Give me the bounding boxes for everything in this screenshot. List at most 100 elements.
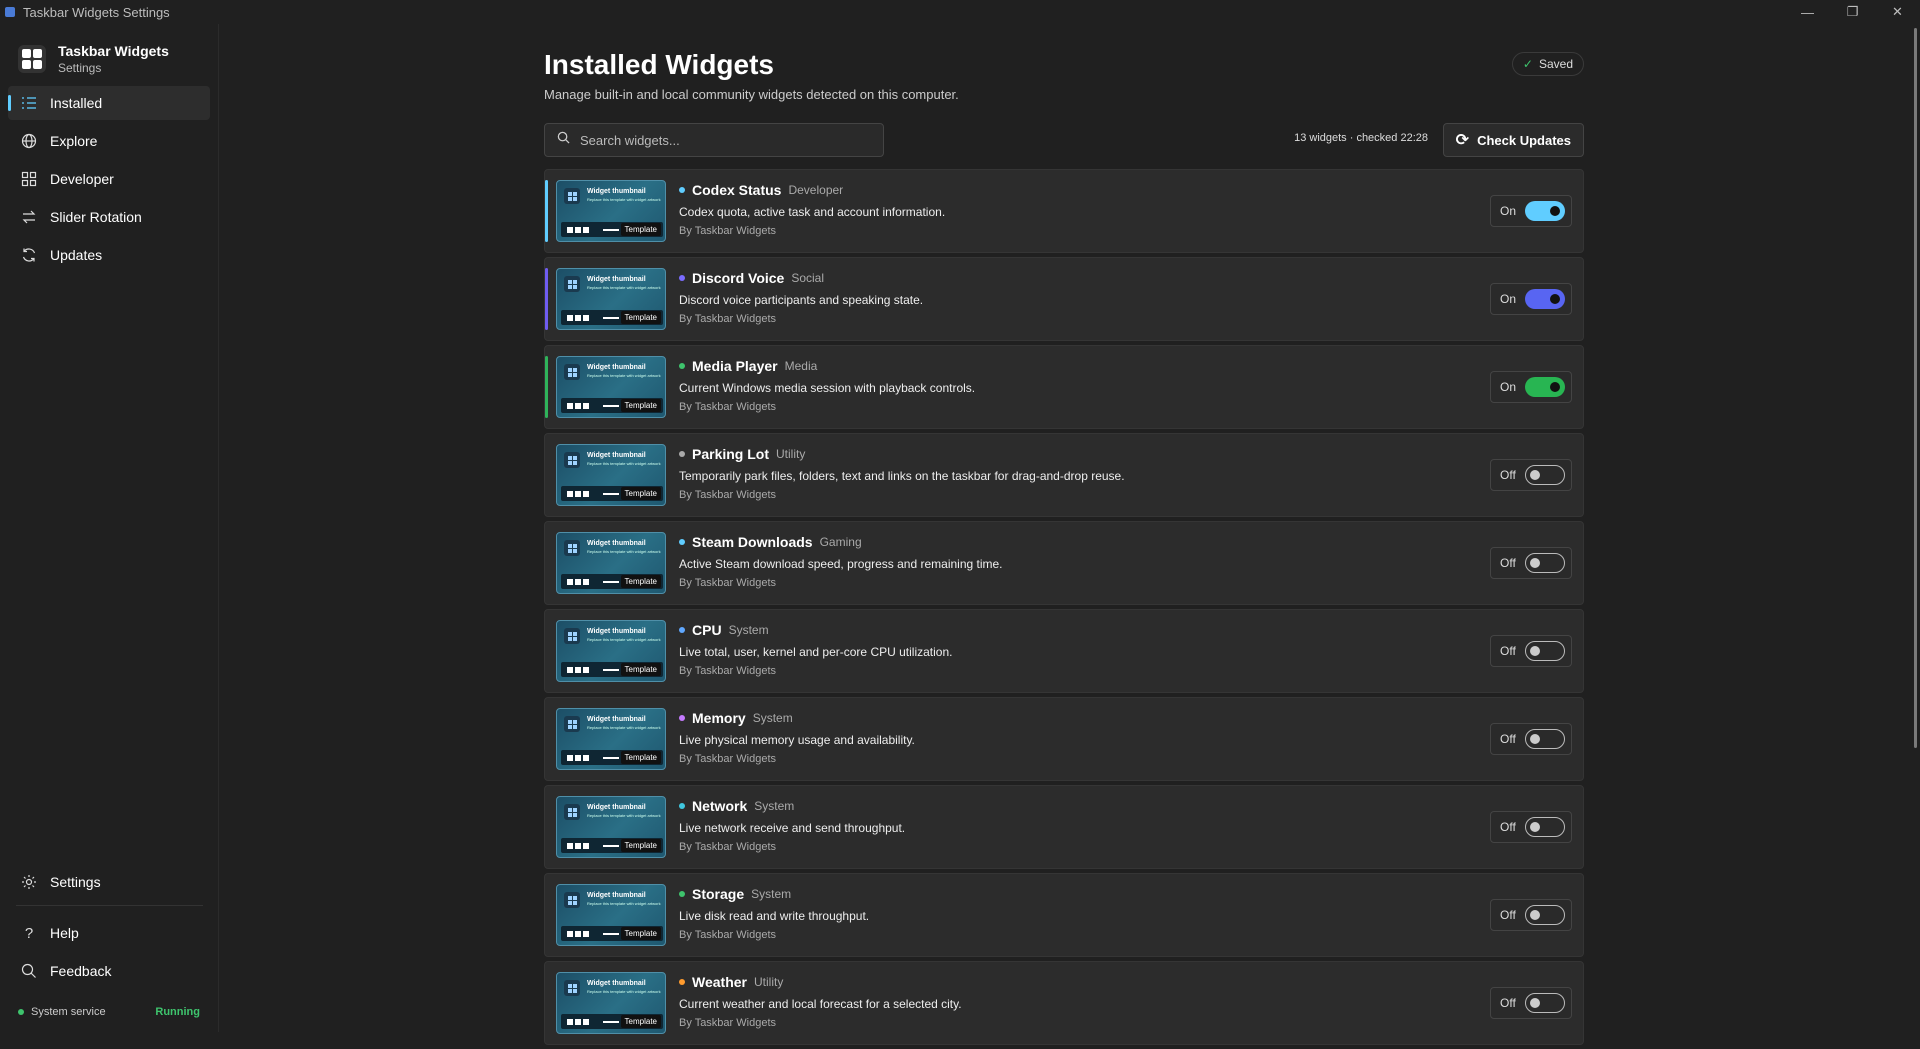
widget-card[interactable]: Widget thumbnail Replace this template w… — [544, 345, 1584, 429]
maximize-button[interactable]: ❐ — [1830, 0, 1875, 24]
grid-icon — [20, 170, 38, 188]
widget-toggle[interactable]: On — [1490, 283, 1572, 315]
search-input[interactable] — [580, 132, 860, 148]
widget-thumbnail: Widget thumbnail Replace this template w… — [556, 884, 666, 946]
toggle-knob — [1530, 998, 1540, 1008]
widget-name: Network — [692, 798, 748, 814]
thumbnail-bar: Template — [561, 750, 663, 765]
widget-category: System — [752, 711, 793, 725]
sidebar-item-feedback[interactable]: Feedback — [8, 954, 211, 988]
widget-toggle[interactable]: Off — [1490, 459, 1572, 491]
toggle-switch[interactable] — [1525, 729, 1565, 749]
template-tag: Template — [620, 399, 661, 412]
widget-name: CPU — [692, 622, 722, 638]
widget-info: Weather Utility Current weather and loca… — [679, 974, 962, 1029]
sidebar-item-label: Settings — [50, 874, 101, 890]
brand-title: Taskbar Widgets — [58, 43, 169, 59]
swap-icon — [20, 208, 38, 226]
widget-card[interactable]: Widget thumbnail Replace this template w… — [544, 873, 1584, 957]
toggle-state-label: Off — [1500, 556, 1516, 570]
widget-toggle[interactable]: Off — [1490, 811, 1572, 843]
list-icon — [20, 94, 38, 112]
widget-name: Parking Lot — [692, 446, 770, 462]
sidebar-item-help[interactable]: ? Help — [8, 916, 211, 950]
sidebar-item-installed[interactable]: Installed — [8, 86, 210, 120]
search-box[interactable] — [544, 123, 884, 157]
toggle-switch[interactable] — [1525, 377, 1565, 397]
scrollbar[interactable] — [1914, 28, 1917, 748]
widget-toggle[interactable]: Off — [1490, 899, 1572, 931]
toggle-switch[interactable] — [1525, 289, 1565, 309]
widget-card[interactable]: Widget thumbnail Replace this template w… — [544, 785, 1584, 869]
toggle-switch[interactable] — [1525, 465, 1565, 485]
globe-icon — [20, 132, 38, 150]
sidebar-item-label: Explore — [50, 133, 98, 149]
widget-author: By Taskbar Widgets — [679, 225, 777, 237]
check-updates-label: Check Updates — [1477, 132, 1571, 148]
category-dot-icon — [679, 451, 685, 457]
widget-author: By Taskbar Widgets — [679, 1017, 777, 1029]
toggle-knob — [1530, 910, 1540, 920]
toggle-switch[interactable] — [1525, 905, 1565, 925]
widget-description: Active Steam download speed, progress an… — [679, 557, 1003, 571]
thumbnail-title: Widget thumbnail — [587, 276, 646, 283]
widget-card[interactable]: Widget thumbnail Replace this template w… — [544, 433, 1584, 517]
accent-bar — [545, 180, 548, 242]
toggle-switch[interactable] — [1525, 201, 1565, 221]
thumbnail-bar: Template — [561, 1014, 663, 1029]
thumbnail-title: Widget thumbnail — [587, 892, 646, 899]
widget-author: By Taskbar Widgets — [679, 401, 777, 413]
widget-info: Discord Voice Social Discord voice parti… — [679, 270, 923, 325]
widget-toggle[interactable]: Off — [1490, 635, 1572, 667]
accent-bar — [545, 356, 548, 418]
minimize-button[interactable]: — — [1785, 0, 1830, 24]
sidebar-item-developer[interactable]: Developer — [8, 162, 210, 196]
close-button[interactable]: ✕ — [1875, 0, 1920, 24]
sidebar-item-label: Slider Rotation — [50, 209, 142, 225]
template-tag: Template — [620, 839, 661, 852]
sidebar-item-slider-rotation[interactable]: Slider Rotation — [8, 200, 210, 234]
widget-category: Social — [791, 271, 825, 285]
widget-toggle[interactable]: Off — [1490, 723, 1572, 755]
toggle-switch[interactable] — [1525, 817, 1565, 837]
thumbnail-bar: Template — [561, 662, 663, 677]
widget-info: Codex Status Developer Codex quota, acti… — [679, 182, 945, 237]
widget-toggle[interactable]: On — [1490, 195, 1572, 227]
toggle-switch[interactable] — [1525, 553, 1565, 573]
widget-info: CPU System Live total, user, kernel and … — [679, 622, 952, 677]
toggle-knob — [1530, 822, 1540, 832]
widget-thumbnail: Widget thumbnail Replace this template w… — [556, 180, 666, 242]
toggle-state-label: Off — [1500, 644, 1516, 658]
widget-description: Live total, user, kernel and per-core CP… — [679, 645, 953, 659]
widget-card[interactable]: Widget thumbnail Replace this template w… — [544, 697, 1584, 781]
app-logo-icon — [18, 45, 46, 73]
sidebar-item-explore[interactable]: Explore — [8, 124, 210, 158]
widget-card[interactable]: Widget thumbnail Replace this template w… — [544, 609, 1584, 693]
thumbnail-title: Widget thumbnail — [587, 540, 646, 547]
gear-icon — [20, 873, 38, 891]
toggle-switch[interactable] — [1525, 641, 1565, 661]
thumbnail-bar: Template — [561, 926, 663, 941]
widget-grid-icon — [564, 892, 580, 908]
sidebar-item-settings[interactable]: Settings — [8, 865, 211, 899]
category-dot-icon — [679, 275, 685, 281]
widget-toggle[interactable]: On — [1490, 371, 1572, 403]
check-updates-button[interactable]: ⟳ Check Updates — [1442, 123, 1584, 157]
category-dot-icon — [679, 363, 685, 369]
widget-thumbnail: Widget thumbnail Replace this template w… — [556, 620, 666, 682]
widget-card[interactable]: Widget thumbnail Replace this template w… — [544, 169, 1584, 253]
widget-toggle[interactable]: Off — [1490, 547, 1572, 579]
toggle-knob — [1530, 646, 1540, 656]
thumbnail-bar: Template — [561, 398, 663, 413]
widget-thumbnail: Widget thumbnail Replace this template w… — [556, 972, 666, 1034]
widget-card[interactable]: Widget thumbnail Replace this template w… — [544, 961, 1584, 1045]
widget-card[interactable]: Widget thumbnail Replace this template w… — [544, 521, 1584, 605]
widget-card[interactable]: Widget thumbnail Replace this template w… — [544, 257, 1584, 341]
service-status-badge: Running — [155, 1006, 200, 1018]
status-dot-icon — [18, 1009, 24, 1015]
sidebar-item-updates[interactable]: Updates — [8, 238, 210, 272]
toggle-switch[interactable] — [1525, 993, 1565, 1013]
widget-name: Steam Downloads — [692, 534, 813, 550]
widget-grid-icon — [564, 276, 580, 292]
widget-toggle[interactable]: Off — [1490, 987, 1572, 1019]
